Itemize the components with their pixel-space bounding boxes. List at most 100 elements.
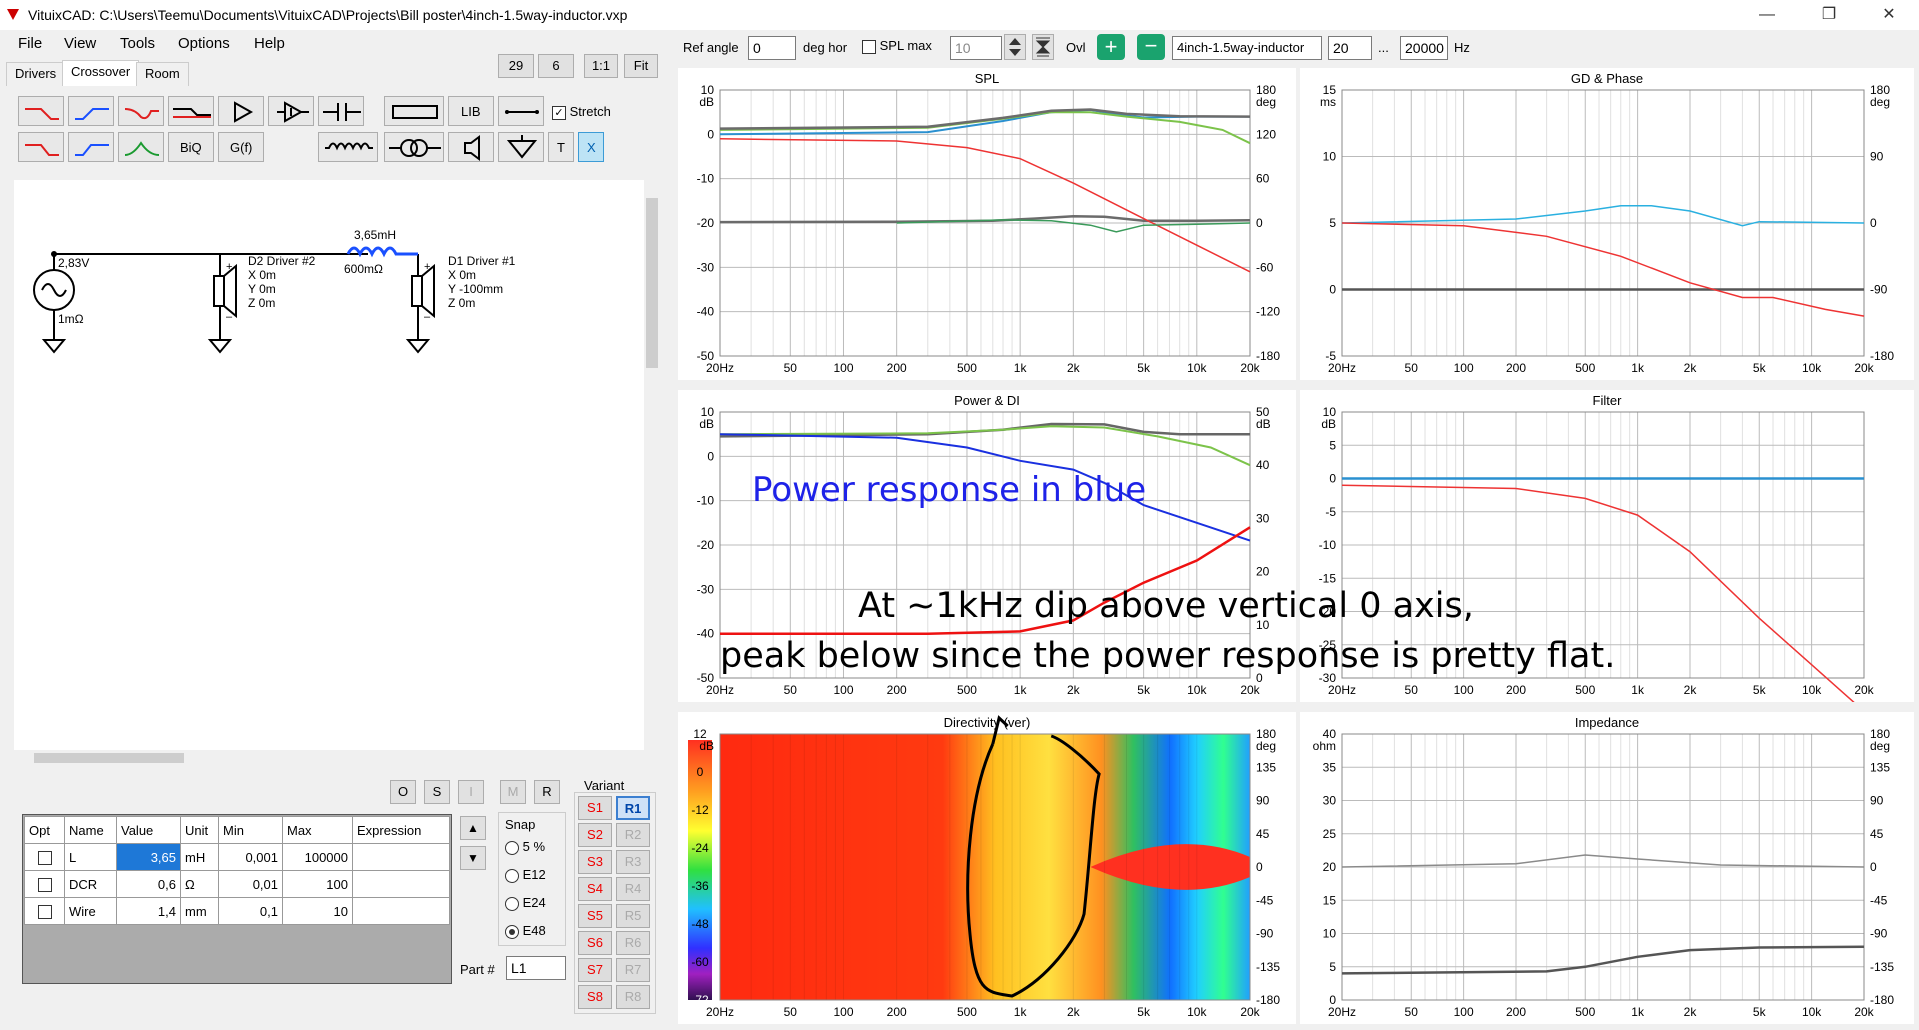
overlay-name-input[interactable]: 4inch-1.5way-inductor xyxy=(1172,36,1322,60)
tab-crossover[interactable]: Crossover xyxy=(62,60,140,86)
buffer-tool[interactable] xyxy=(218,96,264,126)
variant-r8-button[interactable]: R8 xyxy=(616,985,650,1009)
zoom-1to1-button[interactable]: 1:1 xyxy=(584,54,618,78)
spl-max-checkbox[interactable]: SPL max xyxy=(862,38,932,54)
variant-r6-button[interactable]: R6 xyxy=(616,931,650,955)
table-row[interactable]: DCR 0,6 Ω 0,01 100 xyxy=(24,870,450,898)
variant-s7-button[interactable]: S7 xyxy=(578,958,612,982)
capacitor-tool[interactable] xyxy=(318,96,364,126)
spl-max-input[interactable]: 10 xyxy=(950,36,1002,60)
param-min[interactable]: 0,1 xyxy=(218,897,283,925)
variant-s2-button[interactable]: S2 xyxy=(578,823,612,847)
variant-r7-button[interactable]: R7 xyxy=(616,958,650,982)
notch-tool[interactable] xyxy=(118,96,164,126)
variant-s6-button[interactable]: S6 xyxy=(578,931,612,955)
param-min[interactable]: 0,01 xyxy=(218,870,283,898)
snap-option-e12[interactable]: E12 xyxy=(505,867,546,883)
menu-options[interactable]: Options xyxy=(178,35,230,52)
inductor-tool[interactable] xyxy=(318,132,378,162)
variant-s3-button[interactable]: S3 xyxy=(578,850,612,874)
variant-r2-button[interactable]: R2 xyxy=(616,823,650,847)
param-expression[interactable] xyxy=(352,843,450,871)
param-value[interactable]: 0,6 xyxy=(116,870,181,898)
variant-r4-button[interactable]: R4 xyxy=(616,877,650,901)
dir-chart[interactable]: Directivity (ver)120-12-24-36-48-60-72dB… xyxy=(678,712,1296,1024)
wire-tool[interactable] xyxy=(498,96,544,126)
variant-s4-button[interactable]: S4 xyxy=(578,877,612,901)
btn-r[interactable]: R xyxy=(534,780,560,804)
ground-tool[interactable] xyxy=(498,132,544,162)
spl-max-limit-button[interactable] xyxy=(1032,34,1054,60)
zoom-fit-button[interactable]: Fit xyxy=(624,54,658,78)
param-expression[interactable] xyxy=(352,897,450,925)
spl-max-spinner[interactable] xyxy=(1004,34,1026,60)
imp-chart[interactable]: Impedance4035302520151050ohm18013590450-… xyxy=(1300,712,1914,1024)
bandpass-tool[interactable] xyxy=(118,132,164,162)
param-max[interactable]: 100 xyxy=(282,870,353,898)
param-max[interactable]: 100000 xyxy=(282,843,353,871)
move-down-button[interactable]: ▼ xyxy=(460,846,486,870)
biquad-tool[interactable]: BiQ xyxy=(168,132,214,162)
lowpass-2-tool[interactable] xyxy=(18,132,64,162)
table-row[interactable]: Wire 1,4 mm 0,1 10 xyxy=(24,897,450,925)
close-button[interactable]: ✕ xyxy=(1866,0,1912,30)
schematic-vscrollbar[interactable] xyxy=(644,178,660,750)
text-tool[interactable]: T xyxy=(548,132,574,162)
freq-from-input[interactable]: 20 xyxy=(1328,36,1372,60)
variant-s5-button[interactable]: S5 xyxy=(578,904,612,928)
stretch-checkbox[interactable]: ✓ Stretch xyxy=(552,104,611,120)
overlay-remove-icon[interactable]: − xyxy=(1137,34,1165,60)
shelf-tool[interactable] xyxy=(168,96,214,126)
freq-to-input[interactable]: 20000 xyxy=(1400,36,1448,60)
param-value[interactable]: 1,4 xyxy=(116,897,181,925)
zoom-b-field[interactable]: 6 xyxy=(538,54,574,78)
btn-m[interactable]: M xyxy=(500,780,526,804)
opt-checkbox[interactable] xyxy=(24,843,65,871)
gf-tool[interactable]: G(f) xyxy=(218,132,264,162)
driver-tool[interactable] xyxy=(448,132,494,162)
tab-room[interactable]: Room xyxy=(136,62,189,86)
param-min[interactable]: 0,001 xyxy=(218,843,283,871)
snap-option-e48[interactable]: E48 xyxy=(505,923,546,939)
param-max[interactable]: 10 xyxy=(282,897,353,925)
btn-o[interactable]: O xyxy=(390,780,416,804)
menu-tools[interactable]: Tools xyxy=(120,35,155,52)
lowpass-1-tool[interactable] xyxy=(18,96,64,126)
menu-file[interactable]: File xyxy=(18,35,42,52)
menu-view[interactable]: View xyxy=(64,35,96,52)
variant-r1-button[interactable]: R1 xyxy=(616,796,650,820)
library-button[interactable]: LIB xyxy=(448,96,494,126)
variant-r5-button[interactable]: R5 xyxy=(616,904,650,928)
btn-i[interactable]: I xyxy=(458,780,484,804)
param-expression[interactable] xyxy=(352,870,450,898)
schematic-hscrollbar[interactable] xyxy=(14,750,644,766)
opt-checkbox[interactable] xyxy=(24,870,65,898)
variant-s8-button[interactable]: S8 xyxy=(578,985,612,1009)
minimize-button[interactable]: — xyxy=(1744,0,1790,30)
delete-tool[interactable]: X xyxy=(578,132,604,162)
highpass-2-tool[interactable] xyxy=(68,132,114,162)
schematic-canvas[interactable]: + – + – 2,83V 1mΩ 3,65mH 600mΩ D2 Driver… xyxy=(14,180,644,750)
spl-chart[interactable]: SPL100-10-20-30-40-50dB180120600-60-120-… xyxy=(678,68,1296,380)
param-value[interactable]: 3,65 xyxy=(116,843,181,871)
ref-angle-input[interactable]: 0 xyxy=(748,36,796,60)
move-up-button[interactable]: ▲ xyxy=(460,816,486,840)
table-row[interactable]: L 3,65 mH 0,001 100000 xyxy=(24,843,450,871)
part-number-input[interactable]: L1 xyxy=(506,956,566,980)
opt-checkbox[interactable] xyxy=(24,897,65,925)
opamp-tool[interactable] xyxy=(268,96,314,126)
gd-chart[interactable]: GD & Phase151050-5ms180900-90-180deg20Hz… xyxy=(1300,68,1914,380)
menu-help[interactable]: Help xyxy=(254,35,285,52)
variant-r3-button[interactable]: R3 xyxy=(616,850,650,874)
btn-s[interactable]: S xyxy=(424,780,450,804)
snap-option-5pct[interactable]: 5 % xyxy=(505,839,545,855)
variant-s1-button[interactable]: S1 xyxy=(578,796,612,820)
highpass-1-tool[interactable] xyxy=(68,96,114,126)
overlay-add-icon[interactable]: + xyxy=(1097,34,1125,60)
zoom-a-field[interactable]: 29 xyxy=(498,54,534,78)
restore-button[interactable]: ❐ xyxy=(1806,0,1852,30)
snap-option-e24[interactable]: E24 xyxy=(505,895,546,911)
transformer-tool[interactable] xyxy=(384,132,444,162)
resistor-tool[interactable] xyxy=(384,96,444,126)
tab-drivers[interactable]: Drivers xyxy=(6,62,66,86)
